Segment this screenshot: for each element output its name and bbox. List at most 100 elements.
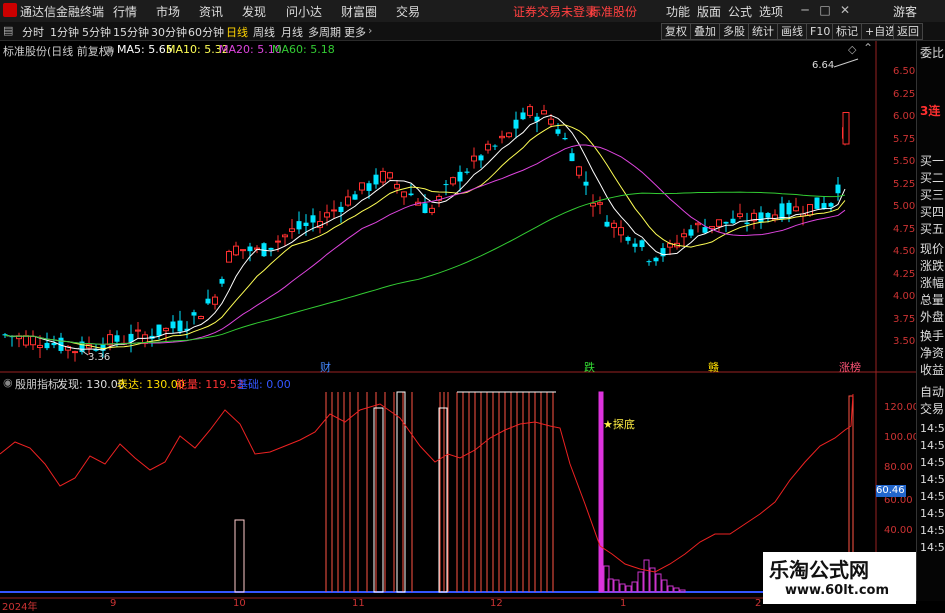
candle-body — [758, 212, 764, 223]
watermark-url: www.60lt.com — [785, 583, 890, 598]
event-zhangbang[interactable]: 涨榜 — [839, 359, 861, 375]
price-tick: 6.50 — [893, 66, 916, 77]
event-die[interactable]: 跌 — [584, 359, 595, 375]
candle-body — [779, 203, 785, 220]
price-tick: 5.00 — [893, 201, 916, 212]
ind-tick: 40.00 — [884, 525, 913, 536]
candle-body — [212, 296, 218, 305]
candle-body — [576, 166, 582, 176]
candle-body — [198, 315, 204, 320]
side-buy3: 买三 — [920, 188, 945, 202]
side-buy2: 买二 — [920, 171, 945, 185]
side-time-2: 14:55 — [920, 439, 945, 452]
price-chart[interactable] — [0, 41, 876, 372]
candle-body — [611, 222, 617, 228]
candle-body — [233, 245, 239, 256]
ind-tick: 120.00 — [884, 402, 919, 413]
candle-body — [807, 203, 813, 216]
event-cai[interactable]: 财 — [320, 359, 331, 375]
candle-body — [499, 135, 505, 139]
candle-body — [303, 222, 309, 226]
purple-bar — [643, 559, 650, 593]
side-zidong[interactable]: 自动 — [920, 385, 945, 400]
candle-body — [310, 215, 316, 223]
candle-body — [457, 171, 463, 182]
candle-body — [219, 278, 225, 284]
candle-body — [821, 203, 827, 209]
candle-body — [569, 153, 575, 162]
candle-body — [653, 257, 659, 262]
candle-body — [177, 320, 183, 332]
candle-body — [835, 184, 841, 194]
candle-body — [359, 182, 365, 191]
candle-body — [604, 221, 610, 227]
candle-body — [506, 132, 512, 138]
candle-body — [289, 228, 295, 232]
side-3lian: 3连 — [920, 104, 941, 118]
candle-body — [352, 194, 358, 200]
side-jiaoyi[interactable]: 交易 — [920, 402, 945, 417]
side-weibi[interactable]: 委比 — [920, 46, 945, 61]
candle-body — [464, 171, 470, 173]
candle-body — [373, 174, 379, 185]
candle-body — [275, 240, 281, 243]
candle-body — [793, 206, 799, 212]
candle-body — [590, 202, 596, 207]
side-zongliang: 总量 — [920, 293, 945, 307]
side-xianjia: 现价 — [920, 242, 945, 256]
side-time-6: 14:55 — [920, 507, 945, 520]
side-time-3: 14:55 — [920, 456, 945, 469]
low-arrow — [77, 347, 89, 356]
side-time-1: 14:55 — [920, 422, 945, 435]
x-label-1: 1 — [620, 598, 627, 609]
candle-body — [618, 227, 624, 236]
indicator-chart[interactable] — [0, 374, 876, 598]
purple-bar — [655, 573, 662, 593]
white-bar — [396, 391, 406, 593]
candle-body — [527, 106, 533, 116]
candle-body — [695, 222, 701, 226]
x-label-11: 11 — [352, 598, 365, 609]
candle-body — [387, 172, 393, 179]
candle-body — [786, 202, 792, 215]
price-tick: 5.50 — [893, 156, 916, 167]
high-price-annotation: 6.64 — [812, 60, 835, 71]
candle-body — [128, 333, 134, 342]
candle-body — [338, 206, 344, 213]
candle-body — [548, 118, 554, 125]
candle-body — [625, 237, 631, 241]
side-time-5: 14:55 — [920, 490, 945, 503]
candle-body — [44, 342, 50, 349]
purple-bar — [613, 579, 620, 593]
candle-body — [247, 246, 253, 252]
candle-body — [30, 335, 36, 346]
candle-body — [492, 145, 498, 147]
candle-body — [541, 110, 547, 115]
energy-line — [0, 393, 854, 573]
candle-body — [562, 138, 568, 140]
candle-body — [226, 251, 232, 263]
event-fu[interactable]: 赣 — [708, 359, 719, 375]
candle-body — [723, 221, 729, 224]
candle-body — [324, 212, 330, 218]
candle-body — [163, 327, 169, 332]
candle-body — [345, 196, 351, 206]
watermark: 乐淘公式网 www.60lt.com — [763, 552, 916, 604]
x-label-2: 2 — [755, 598, 762, 609]
side-waipan: 外盘 — [920, 310, 945, 324]
candle-body — [366, 183, 372, 191]
candle-body — [205, 298, 211, 304]
side-time-7: 14:55 — [920, 524, 945, 537]
purple-bar — [619, 583, 626, 593]
candle-body — [814, 197, 820, 209]
candle-body — [408, 193, 414, 196]
candle-body — [646, 261, 652, 263]
candle-body — [583, 181, 589, 186]
ma5-line — [4, 114, 846, 351]
candle-body — [702, 227, 708, 233]
candle-body — [688, 229, 694, 236]
ma20-line — [4, 144, 846, 345]
candle-body — [268, 247, 274, 250]
candle-body — [828, 203, 834, 207]
purple-bar — [661, 579, 668, 593]
